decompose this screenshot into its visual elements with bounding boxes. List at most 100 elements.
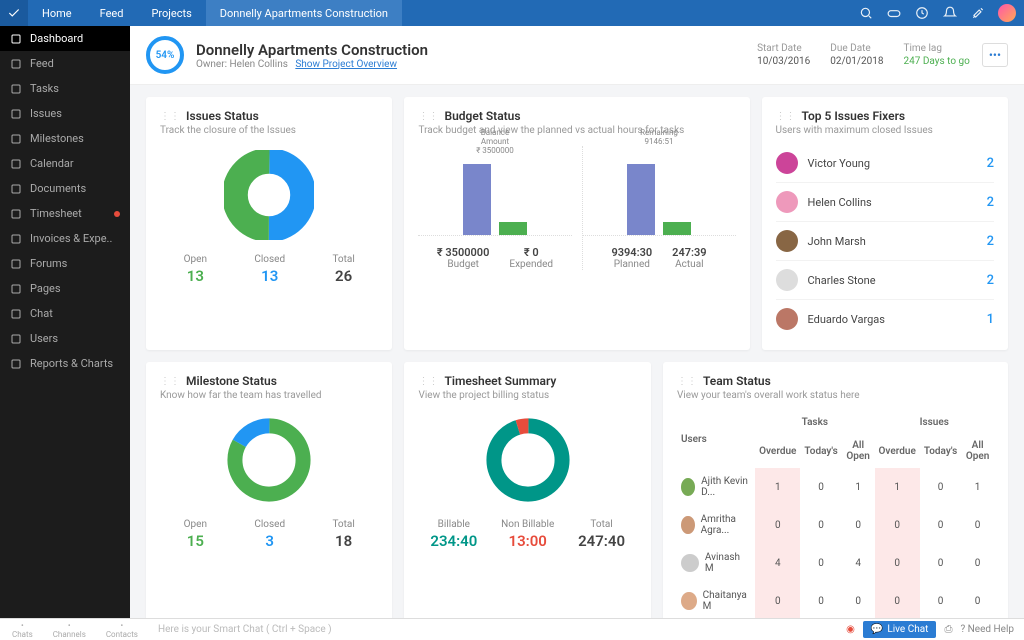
topbar: HomeFeedProjectsDonnelly Apartments Cons… — [0, 0, 1024, 26]
cell: 0 — [800, 582, 841, 620]
sidebar-item-issues[interactable]: Issues — [0, 101, 130, 126]
fixer-row[interactable]: Charles Stone2 — [776, 261, 994, 300]
drag-handle-icon[interactable]: ⋮⋮ — [776, 111, 796, 122]
print-icon[interactable]: ⎙ — [944, 624, 952, 635]
clock-icon[interactable] — [914, 5, 930, 21]
avatar — [776, 230, 798, 252]
fixer-row[interactable]: John Marsh2 — [776, 222, 994, 261]
sidebar-item-chat[interactable]: Chat — [0, 301, 130, 326]
fixer-row[interactable]: Eduardo Vargas1 — [776, 300, 994, 338]
invoice-icon — [10, 233, 22, 245]
card-title: Issues Status — [186, 109, 259, 123]
sidebar-label: Pages — [30, 282, 61, 295]
meta-due-date: Due Date02/01/2018 — [830, 43, 883, 67]
sidebar-item-calendar[interactable]: Calendar — [0, 151, 130, 176]
stat-non billable: Non Billable13:00 — [501, 519, 554, 550]
sidebar-item-timesheet[interactable]: Timesheet — [0, 201, 130, 226]
fixer-name: Helen Collins — [808, 196, 987, 209]
team-table: UsersTasksIssues OverdueToday'sAll Open … — [677, 411, 994, 620]
drag-handle-icon[interactable]: ⋮⋮ — [418, 111, 438, 122]
fixer-row[interactable]: Helen Collins2 — [776, 183, 994, 222]
stat-closed: Closed3 — [254, 519, 285, 550]
gamepad-icon[interactable] — [886, 5, 902, 21]
help-button[interactable]: ? Need Help — [960, 624, 1014, 635]
footer-tab-chats[interactable]: •Chats — [4, 621, 41, 639]
more-button[interactable]: ••• — [982, 43, 1008, 67]
card-subtitle: View your team's overall work status her… — [677, 390, 994, 401]
avatar — [776, 191, 798, 213]
col-users: Users — [677, 411, 755, 468]
sidebar-item-tasks[interactable]: Tasks — [0, 76, 130, 101]
sidebar-item-dashboard[interactable]: Dashboard — [0, 26, 130, 51]
avatar — [681, 516, 695, 534]
card-subtitle: Track the closure of the Issues — [160, 125, 378, 136]
meta-time-lag: Time lag247 Days to go — [904, 43, 970, 67]
sidebar-item-milestones[interactable]: Milestones — [0, 126, 130, 151]
page-icon — [10, 283, 22, 295]
card-top-fixers: ⋮⋮ Top 5 Issues Fixers Users with maximum… — [762, 97, 1008, 350]
fixer-name: Victor Young — [808, 157, 987, 170]
team-row[interactable]: Ajith Kevin D...101101 — [677, 468, 994, 506]
nav-donnelly-apartments-construction[interactable]: Donnelly Apartments Construction — [206, 0, 402, 26]
sidebar-item-pages[interactable]: Pages — [0, 276, 130, 301]
sidebar-label: Timesheet — [30, 207, 82, 220]
cell: 0 — [920, 468, 961, 506]
live-chat-button[interactable]: 💬 Live Chat — [863, 621, 937, 638]
sidebar-label: Milestones — [30, 132, 84, 145]
stat-budget: ₹ 3500000Budget — [437, 244, 490, 270]
team-row[interactable]: Chaitanya M000000 — [677, 582, 994, 620]
header-meta: Start Date10/03/2016Due Date02/01/2018Ti… — [757, 43, 970, 67]
user-name: Chaitanya M — [703, 590, 751, 612]
milestone-donut-chart — [224, 415, 314, 505]
sidebar-item-invoices-expe-[interactable]: Invoices & Expe.. — [0, 226, 130, 251]
bug-icon — [10, 108, 22, 120]
team-row[interactable]: Avinash M404000 — [677, 544, 994, 582]
col-overdue: Overdue — [755, 434, 800, 468]
issues-pie-chart — [224, 150, 314, 240]
sidebar-item-forums[interactable]: Forums — [0, 251, 130, 276]
fixer-row[interactable]: Victor Young2 — [776, 144, 994, 183]
footer-tab-channels[interactable]: •Channels — [45, 621, 94, 639]
sidebar-item-users[interactable]: Users — [0, 326, 130, 351]
show-overview-link[interactable]: Show Project Overview — [295, 59, 397, 70]
sidebar-label: Users — [30, 332, 58, 345]
nav-home[interactable]: Home — [28, 0, 86, 26]
calendar-icon — [10, 158, 22, 170]
app-logo[interactable] — [0, 0, 28, 26]
nav-projects[interactable]: Projects — [137, 0, 205, 26]
card-milestone-status: ⋮⋮Milestone Status Know how far the team… — [146, 362, 392, 632]
chart-icon — [10, 358, 22, 370]
cell: 0 — [755, 582, 800, 620]
avatar — [776, 308, 798, 330]
project-header: 54% Donnelly Apartments Construction Own… — [130, 26, 1024, 85]
sidebar-item-documents[interactable]: Documents — [0, 176, 130, 201]
tools-icon[interactable] — [970, 5, 986, 21]
bell-icon[interactable] — [942, 5, 958, 21]
card-title: Top 5 Issues Fixers — [802, 109, 906, 123]
drag-handle-icon[interactable]: ⋮⋮ — [160, 376, 180, 387]
drag-handle-icon[interactable]: ⋮⋮ — [677, 376, 697, 387]
avatar — [776, 152, 798, 174]
record-icon[interactable]: ◉ — [846, 624, 855, 635]
stat-open: Open13 — [184, 254, 207, 285]
col-today: Today's — [800, 434, 841, 468]
user-name: Amritha Agra... — [701, 514, 751, 536]
nav-feed[interactable]: Feed — [86, 0, 138, 26]
list-icon — [10, 58, 22, 70]
footer-tab-contacts[interactable]: •Contacts — [98, 621, 146, 639]
card-subtitle: View the project billing status — [418, 390, 636, 401]
card-subtitle: Users with maximum closed Issues — [776, 125, 994, 136]
cell: 0 — [842, 506, 875, 544]
card-title: Team Status — [703, 374, 771, 388]
smart-chat-input[interactable]: Here is your Smart Chat ( Ctrl + Space ) — [150, 624, 846, 635]
sidebar-item-feed[interactable]: Feed — [0, 51, 130, 76]
user-avatar[interactable] — [998, 4, 1016, 22]
team-row[interactable]: Amritha Agra...000000 — [677, 506, 994, 544]
chat-icon — [10, 308, 22, 320]
fixer-name: Charles Stone — [808, 274, 987, 287]
sidebar-item-reports-charts[interactable]: Reports & Charts — [0, 351, 130, 376]
drag-handle-icon[interactable]: ⋮⋮ — [160, 111, 180, 122]
drag-handle-icon[interactable]: ⋮⋮ — [418, 376, 438, 387]
search-icon[interactable] — [858, 5, 874, 21]
cell: 0 — [961, 582, 994, 620]
